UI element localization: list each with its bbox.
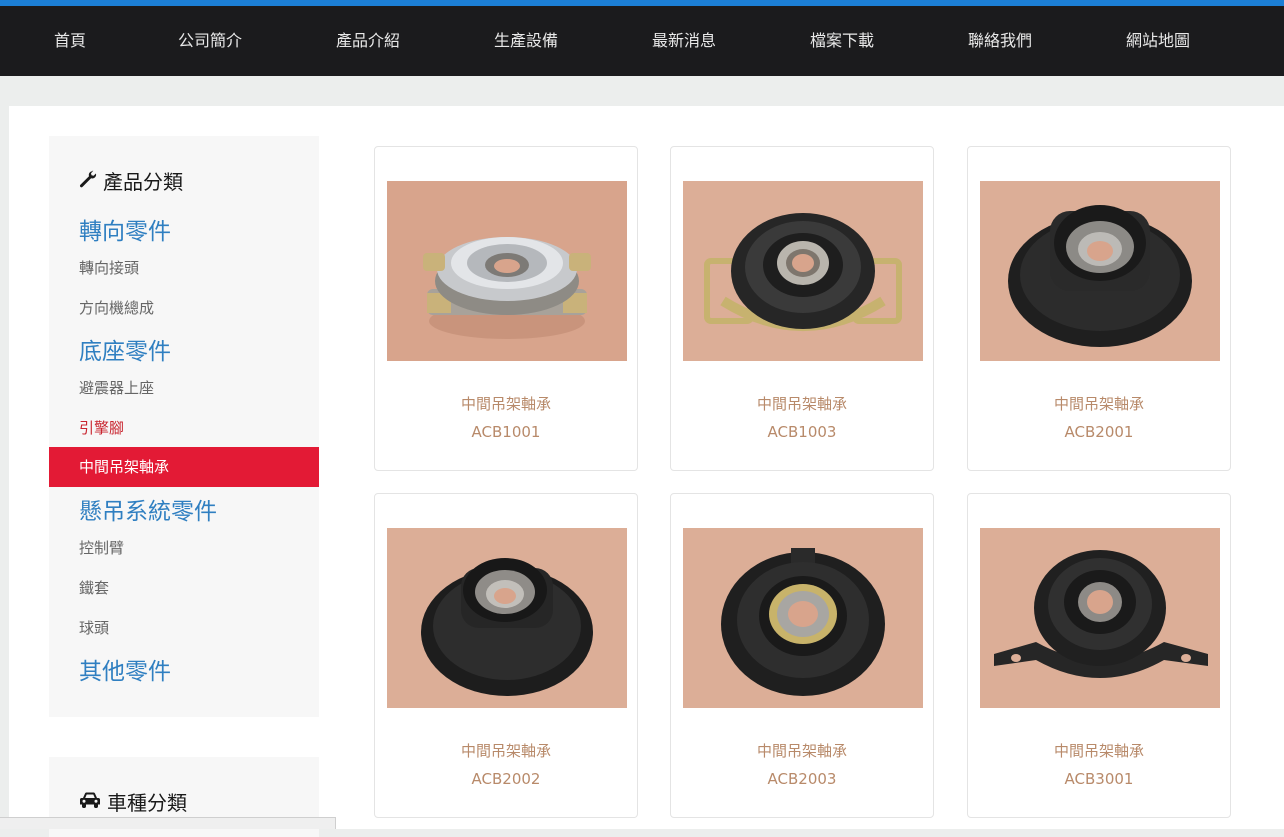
main-navbar: 首頁 公司簡介 產品介紹 生產設備 最新消息 檔案下載 聯絡我們 網站地圖 — [0, 6, 1284, 76]
nav-products[interactable]: 產品介紹 — [336, 6, 400, 76]
category-mount-parts[interactable]: 底座零件 — [79, 332, 171, 366]
product-card[interactable]: 中間吊架軸承 ACB3001 — [967, 493, 1231, 818]
product-photo[interactable] — [980, 528, 1220, 708]
product-category-heading: 產品分類 — [79, 166, 183, 195]
product-name[interactable]: 中間吊架軸承 — [375, 393, 637, 414]
nav-about[interactable]: 公司簡介 — [178, 6, 242, 76]
product-code[interactable]: ACB1003 — [671, 423, 933, 441]
product-code[interactable]: ACB2002 — [375, 770, 637, 788]
subcategory-bushing[interactable]: 鐵套 — [79, 577, 109, 598]
product-category-heading-label: 產品分類 — [103, 170, 183, 194]
product-photo[interactable] — [683, 528, 923, 708]
product-card[interactable]: 中間吊架軸承 ACB2003 — [670, 493, 934, 818]
subcategory-control-arm[interactable]: 控制臂 — [79, 537, 124, 558]
nav-equipment[interactable]: 生產設備 — [494, 6, 558, 76]
product-card[interactable]: 中間吊架軸承 ACB2001 — [967, 146, 1231, 471]
subcategory-steering-joint[interactable]: 轉向接頭 — [79, 257, 139, 278]
vehicle-category-heading-label: 車種分類 — [107, 791, 187, 815]
product-name[interactable]: 中間吊架軸承 — [671, 393, 933, 414]
wrench-icon — [79, 169, 103, 193]
subcategory-engine-mount[interactable]: 引擎腳 — [79, 417, 124, 438]
product-code[interactable]: ACB2001 — [968, 423, 1230, 441]
product-photo[interactable] — [980, 181, 1220, 361]
category-suspension-parts[interactable]: 懸吊系統零件 — [79, 492, 217, 526]
vehicle-category-heading: 車種分類 — [79, 787, 187, 816]
product-name[interactable]: 中間吊架軸承 — [375, 740, 637, 761]
nav-sitemap[interactable]: 網站地圖 — [1126, 6, 1190, 76]
nav-home[interactable]: 首頁 — [54, 6, 86, 76]
subcategory-steering-gear-assembly[interactable]: 方向機總成 — [79, 297, 154, 318]
product-photo[interactable] — [387, 181, 627, 361]
product-code[interactable]: ACB2003 — [671, 770, 933, 788]
subcategory-strut-mount[interactable]: 避震器上座 — [79, 377, 154, 398]
product-card[interactable]: 中間吊架軸承 ACB1001 — [374, 146, 638, 471]
horizontal-scrollbar[interactable] — [0, 817, 336, 829]
subcategory-ball-joint[interactable]: 球頭 — [79, 617, 109, 638]
product-code[interactable]: ACB3001 — [968, 770, 1230, 788]
nav-downloads[interactable]: 檔案下載 — [810, 6, 874, 76]
product-name[interactable]: 中間吊架軸承 — [968, 740, 1230, 761]
product-photo[interactable] — [683, 181, 923, 361]
product-code[interactable]: ACB1001 — [375, 423, 637, 441]
car-icon — [79, 790, 107, 814]
category-steering-parts[interactable]: 轉向零件 — [79, 212, 171, 246]
subcategory-center-bearing-active[interactable]: 中間吊架軸承 — [49, 447, 319, 487]
nav-news[interactable]: 最新消息 — [652, 6, 716, 76]
product-photo[interactable] — [387, 528, 627, 708]
product-card[interactable]: 中間吊架軸承 ACB1003 — [670, 146, 934, 471]
category-other-parts[interactable]: 其他零件 — [79, 652, 171, 686]
nav-contact[interactable]: 聯絡我們 — [968, 6, 1032, 76]
product-name[interactable]: 中間吊架軸承 — [968, 393, 1230, 414]
product-card[interactable]: 中間吊架軸承 ACB2002 — [374, 493, 638, 818]
product-name[interactable]: 中間吊架軸承 — [671, 740, 933, 761]
